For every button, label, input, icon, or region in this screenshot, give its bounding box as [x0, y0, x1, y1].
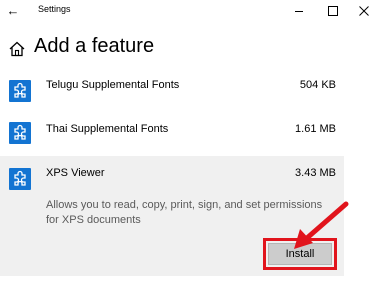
arrow-annotation-icon	[294, 201, 349, 249]
